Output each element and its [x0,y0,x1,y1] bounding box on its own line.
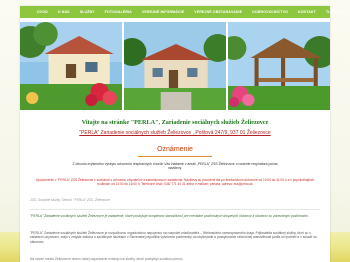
nav-item-verejne-obstaravanie[interactable]: VEREJNÉ OBSTARÁVANIE [189,10,247,14]
content-divider [30,209,320,210]
nav-item-fotogaleria[interactable]: FOTOGALÉRIA [100,10,137,14]
organization-address: "PERLA" Zariadenie sociálnych služieb Že… [20,130,330,136]
visit-warning: Upozornenie v "PERLA" ZSS Želiezovce v s… [35,178,315,187]
photo-gazebo [228,22,330,110]
main-navigation: ÚVOD O NÁS SLUŽBY FOTOGALÉRIA VEREJNÉ IN… [20,6,342,18]
nav-item-sluzby[interactable]: SLUŽBY [75,10,100,14]
nav-item-o-nas[interactable]: O NÁS [53,10,75,14]
photo-house-with-flowers [20,22,122,110]
welcome-headline: Vitajte na stránke "PERLA", Zariadenie s… [81,119,269,126]
nav-item-verejne-informacie[interactable]: VEREJNÉ INFORMÁCIE [137,10,189,14]
organization-paragraph: "PERLA" Zariadenie sociálnych služieb Že… [30,231,317,244]
keywords-meta: ZSS, Sociálne služby, Seniori, "PERLA" Z… [30,198,111,202]
oznamenie-title: Oznámenie [157,146,193,153]
intro-paragraph: "PERLA" Zariadenie sociálnych služieb Že… [30,214,309,218]
photo-building-exterior [124,22,226,110]
nav-item-dobrovolnictvo[interactable]: DOBROVOĽNÍCTVO [247,10,293,14]
title-divider [138,156,212,157]
nav-item-kontakt[interactable]: KONTAKT [293,10,321,14]
oznamenie-text: Z dôvodu zvýšeného výskytu ochorenia res… [72,162,278,171]
photo-banner [20,22,330,110]
nav-item-tlaciva[interactable]: TLAČIVÁ [321,10,347,14]
address-text: "PERLA" Zariadenie sociálnych služieb Že… [79,130,271,136]
nav-item-uvod[interactable]: ÚVOD [32,10,53,14]
main-container: ÚVOD O NÁS SLUŽBY FOTOGALÉRIA VEREJNÉ IN… [20,6,342,262]
services-paragraph: Na území mesta Želiezovce okrem našej or… [30,257,184,261]
